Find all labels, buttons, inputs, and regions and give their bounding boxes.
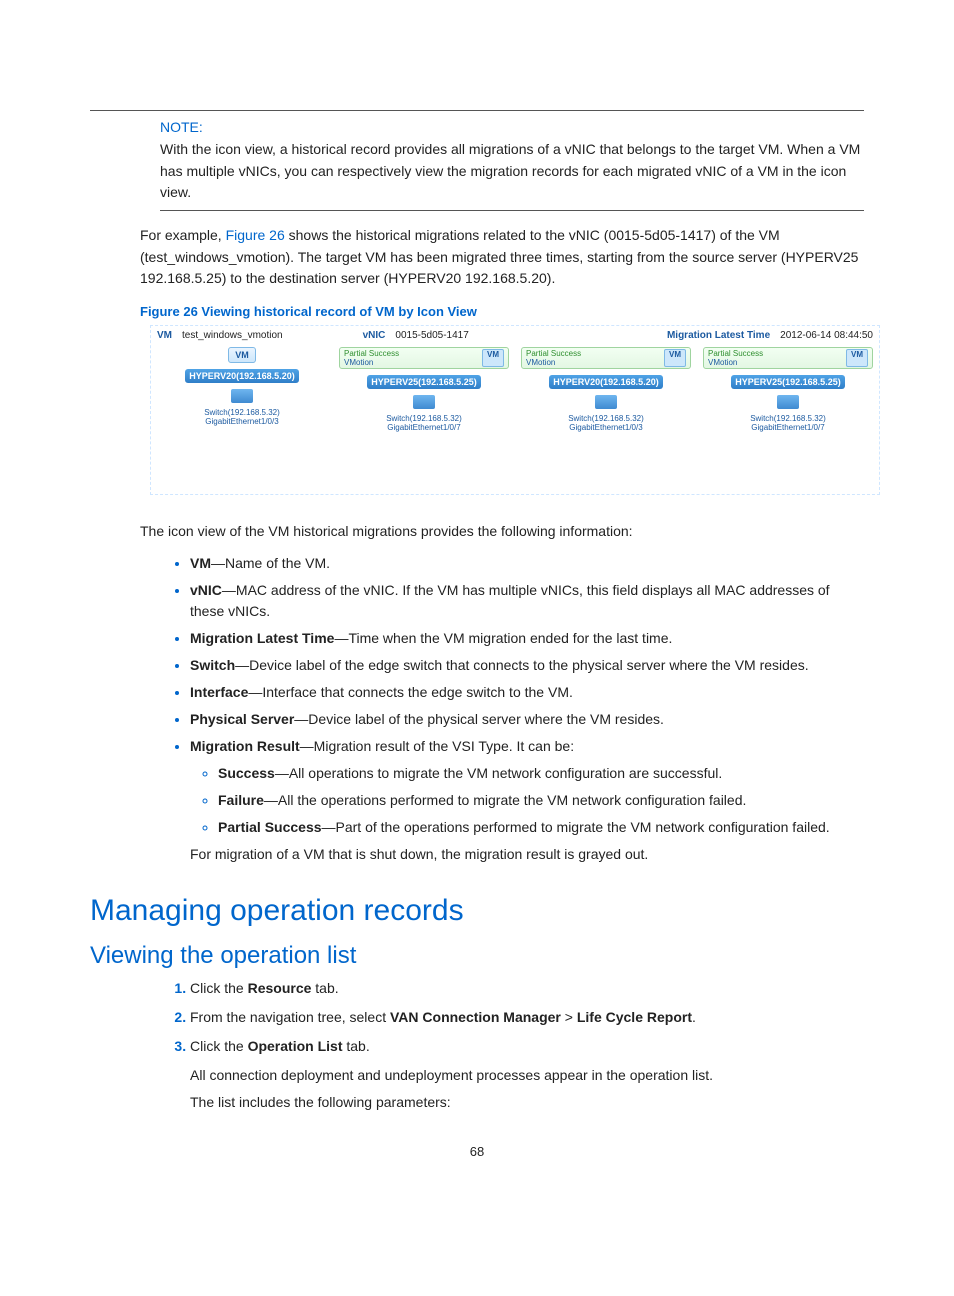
fig-time-label: Migration Latest Time (667, 330, 770, 341)
figure-column: VM HYPERV20(192.168.5.20) Switch(192.168… (157, 347, 327, 433)
switch-icon (777, 395, 799, 409)
step-item: Click the Resource tab. (190, 978, 864, 999)
list-item: Switch—Device label of the edge switch t… (190, 655, 864, 676)
list-item: Migration Result—Migration result of the… (190, 736, 864, 838)
vm-chip: VM (228, 347, 256, 363)
switch-icon (595, 395, 617, 409)
list-item: vNIC—MAC address of the vNIC. If the VM … (190, 580, 864, 622)
fig-vm-value: test_windows_vmotion (182, 330, 283, 341)
tail-note: For migration of a VM that is shut down,… (90, 844, 864, 866)
list-item: Partial Success—Part of the operations p… (218, 817, 864, 838)
note-heading: NOTE: (90, 119, 864, 135)
fig-time-value: 2012-06-14 08:44:50 (780, 330, 873, 341)
server-chip: HYPERV20(192.168.5.20) (185, 369, 298, 383)
migration-badge: Partial SuccessVMotion VM (703, 347, 873, 369)
subsection-heading: Viewing the operation list (90, 942, 864, 970)
fig-vm-label: VM (157, 330, 172, 341)
server-chip: HYPERV25(192.168.5.25) (731, 375, 844, 389)
note-body: With the icon view, a historical record … (90, 139, 864, 204)
server-chip: HYPERV25(192.168.5.25) (367, 375, 480, 389)
figure-column: Partial SuccessVMotion VM HYPERV20(192.1… (521, 347, 691, 433)
list-item: Physical Server—Device label of the phys… (190, 709, 864, 730)
example-prefix: For example, (140, 227, 226, 243)
page-number: 68 (90, 1144, 864, 1159)
switch-label: Switch(192.168.5.32)GigabitEthernet1/0/3 (568, 415, 644, 433)
figure-column: Partial SuccessVMotion VM HYPERV25(192.1… (339, 347, 509, 433)
info-intro: The icon view of the VM historical migra… (90, 521, 864, 543)
step-item: Click the Operation List tab. (190, 1036, 864, 1057)
step-followup: The list includes the following paramete… (90, 1092, 864, 1114)
figure-icon-view: VM test_windows_vmotion vNIC 0015-5d05-1… (150, 325, 880, 495)
fig-vnic-label: vNIC (363, 330, 386, 341)
sub-list: Success—All operations to migrate the VM… (190, 763, 864, 838)
figure-caption: Figure 26 Viewing historical record of V… (90, 304, 864, 319)
list-item: Success—All operations to migrate the VM… (218, 763, 864, 784)
section-heading: Managing operation records (90, 894, 864, 928)
step-followup: All connection deployment and undeployme… (90, 1065, 864, 1087)
example-paragraph: For example, Figure 26 shows the histori… (90, 225, 864, 290)
list-item: VM—Name of the VM. (190, 553, 864, 574)
switch-label: Switch(192.168.5.32)GigabitEthernet1/0/7 (386, 415, 462, 433)
figure-column: Partial SuccessVMotion VM HYPERV25(192.1… (703, 347, 873, 433)
migration-badge: Partial SuccessVMotion VM (521, 347, 691, 369)
list-item: Interface—Interface that connects the ed… (190, 682, 864, 703)
migration-badge: Partial SuccessVMotion VM (339, 347, 509, 369)
fig-vnic-value: 0015-5d05-1417 (395, 330, 468, 341)
list-item: Failure—All the operations performed to … (218, 790, 864, 811)
list-item: Migration Latest Time—Time when the VM m… (190, 628, 864, 649)
steps-list: Click the Resource tab. From the navigat… (90, 978, 864, 1057)
step-item: From the navigation tree, select VAN Con… (190, 1007, 864, 1028)
switch-icon (413, 395, 435, 409)
divider-top (90, 110, 864, 111)
switch-label: Switch(192.168.5.32)GigabitEthernet1/0/3 (204, 409, 280, 427)
switch-icon (231, 389, 253, 403)
divider-note (160, 210, 864, 211)
switch-label: Switch(192.168.5.32)GigabitEthernet1/0/7 (750, 415, 826, 433)
server-chip: HYPERV20(192.168.5.20) (549, 375, 662, 389)
info-list: VM—Name of the VM. vNIC—MAC address of t… (90, 553, 864, 838)
figure-header: VM test_windows_vmotion vNIC 0015-5d05-1… (157, 330, 873, 341)
figure-ref-link[interactable]: Figure 26 (226, 227, 285, 243)
